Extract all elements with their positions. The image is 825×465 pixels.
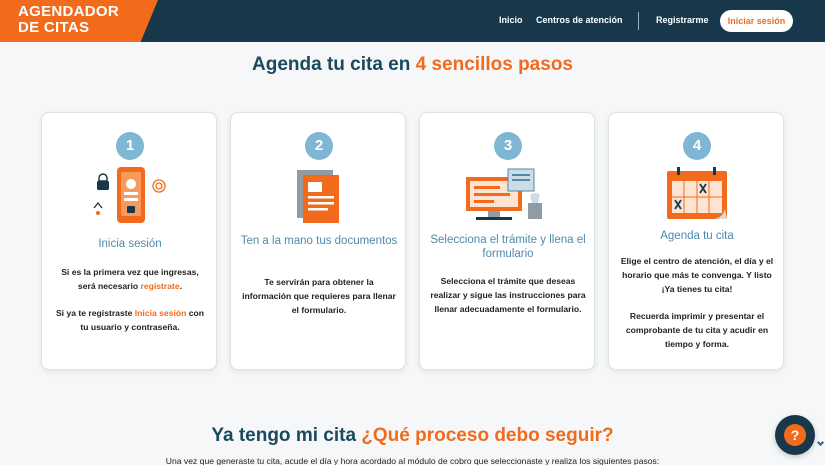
page-title-prefix: Agenda tu cita en	[252, 54, 416, 75]
step-text: Recuerda imprimir y presentar el comprob…	[625, 311, 769, 349]
nav-centers-link[interactable]: Centros de atención	[536, 15, 623, 25]
step-description: Si es la primera vez que ingresas, será …	[52, 265, 208, 347]
top-navbar: AGENDADOR DE CITAS Inicio Centros de ate…	[0, 0, 825, 42]
nav-home-link[interactable]: Inicio	[499, 15, 523, 25]
step-card-2: 2 Ten a la mano tus documentos Te servir…	[230, 112, 406, 370]
page-title: Agenda tu cita en 4 sencillos pasos	[0, 54, 825, 76]
step-description: Te servirán para obtener la información …	[242, 277, 396, 315]
step-title: Selecciona el trámite y llena el formula…	[430, 234, 586, 260]
login-link[interactable]: Inicia sesión	[135, 308, 187, 318]
brand-line-1: AGENDADOR	[18, 3, 120, 20]
section-title: Ya tengo mi cita ¿Qué proceso debo segui…	[0, 425, 825, 447]
calendar-icon	[667, 167, 727, 219]
step-number-badge: 1	[116, 132, 144, 160]
step-card-4: 4 Agenda tu cita Elige el centro de aten…	[608, 112, 784, 370]
documents-icon	[297, 170, 339, 223]
help-chat-button[interactable]: ?	[775, 415, 815, 455]
nav-register-link[interactable]: Registrarme	[656, 15, 709, 25]
brand-line-2: DE CITAS	[18, 19, 90, 36]
step-text: Si ya te registraste	[55, 308, 135, 318]
phone-login-icon	[93, 167, 166, 223]
step-description: Selecciona el trámite que deseas realiza…	[430, 276, 586, 314]
page-title-highlight: 4 sencillos pasos	[415, 54, 573, 75]
step-title: Ten a la mano tus documentos	[240, 235, 398, 247]
step-card-3: 3 Selecciona el trámite y llena el formu…	[419, 112, 595, 370]
step-card-1: 1 Inicia sesión Si es la primera vez que…	[41, 112, 217, 370]
step-title: Inicia sesión	[98, 238, 162, 250]
section-title-prefix: Ya tengo mi cita	[211, 425, 362, 446]
step-title: Agenda tu cita	[660, 230, 734, 242]
section-title-highlight: ¿Qué proceso debo seguir?	[361, 425, 614, 446]
help-chat-icon: ?	[784, 424, 806, 446]
step-text: .	[179, 281, 183, 291]
step-number-badge: 3	[494, 132, 522, 160]
register-link[interactable]: regístrate	[141, 281, 180, 291]
step-number-badge: 4	[683, 132, 711, 160]
step-number-badge: 2	[305, 132, 333, 160]
computer-form-icon	[466, 168, 542, 220]
brand-logo-text[interactable]: AGENDADOR DE CITAS	[18, 4, 119, 36]
step-text: Elige el centro de atención, el día y el…	[620, 256, 774, 294]
step-description: Elige el centro de atención, el día y el…	[619, 254, 775, 364]
nav-divider	[638, 12, 639, 30]
login-button[interactable]: Iniciar sesión	[720, 10, 793, 32]
section-intro: Una vez que generaste tu cita, acude el …	[165, 456, 660, 465]
